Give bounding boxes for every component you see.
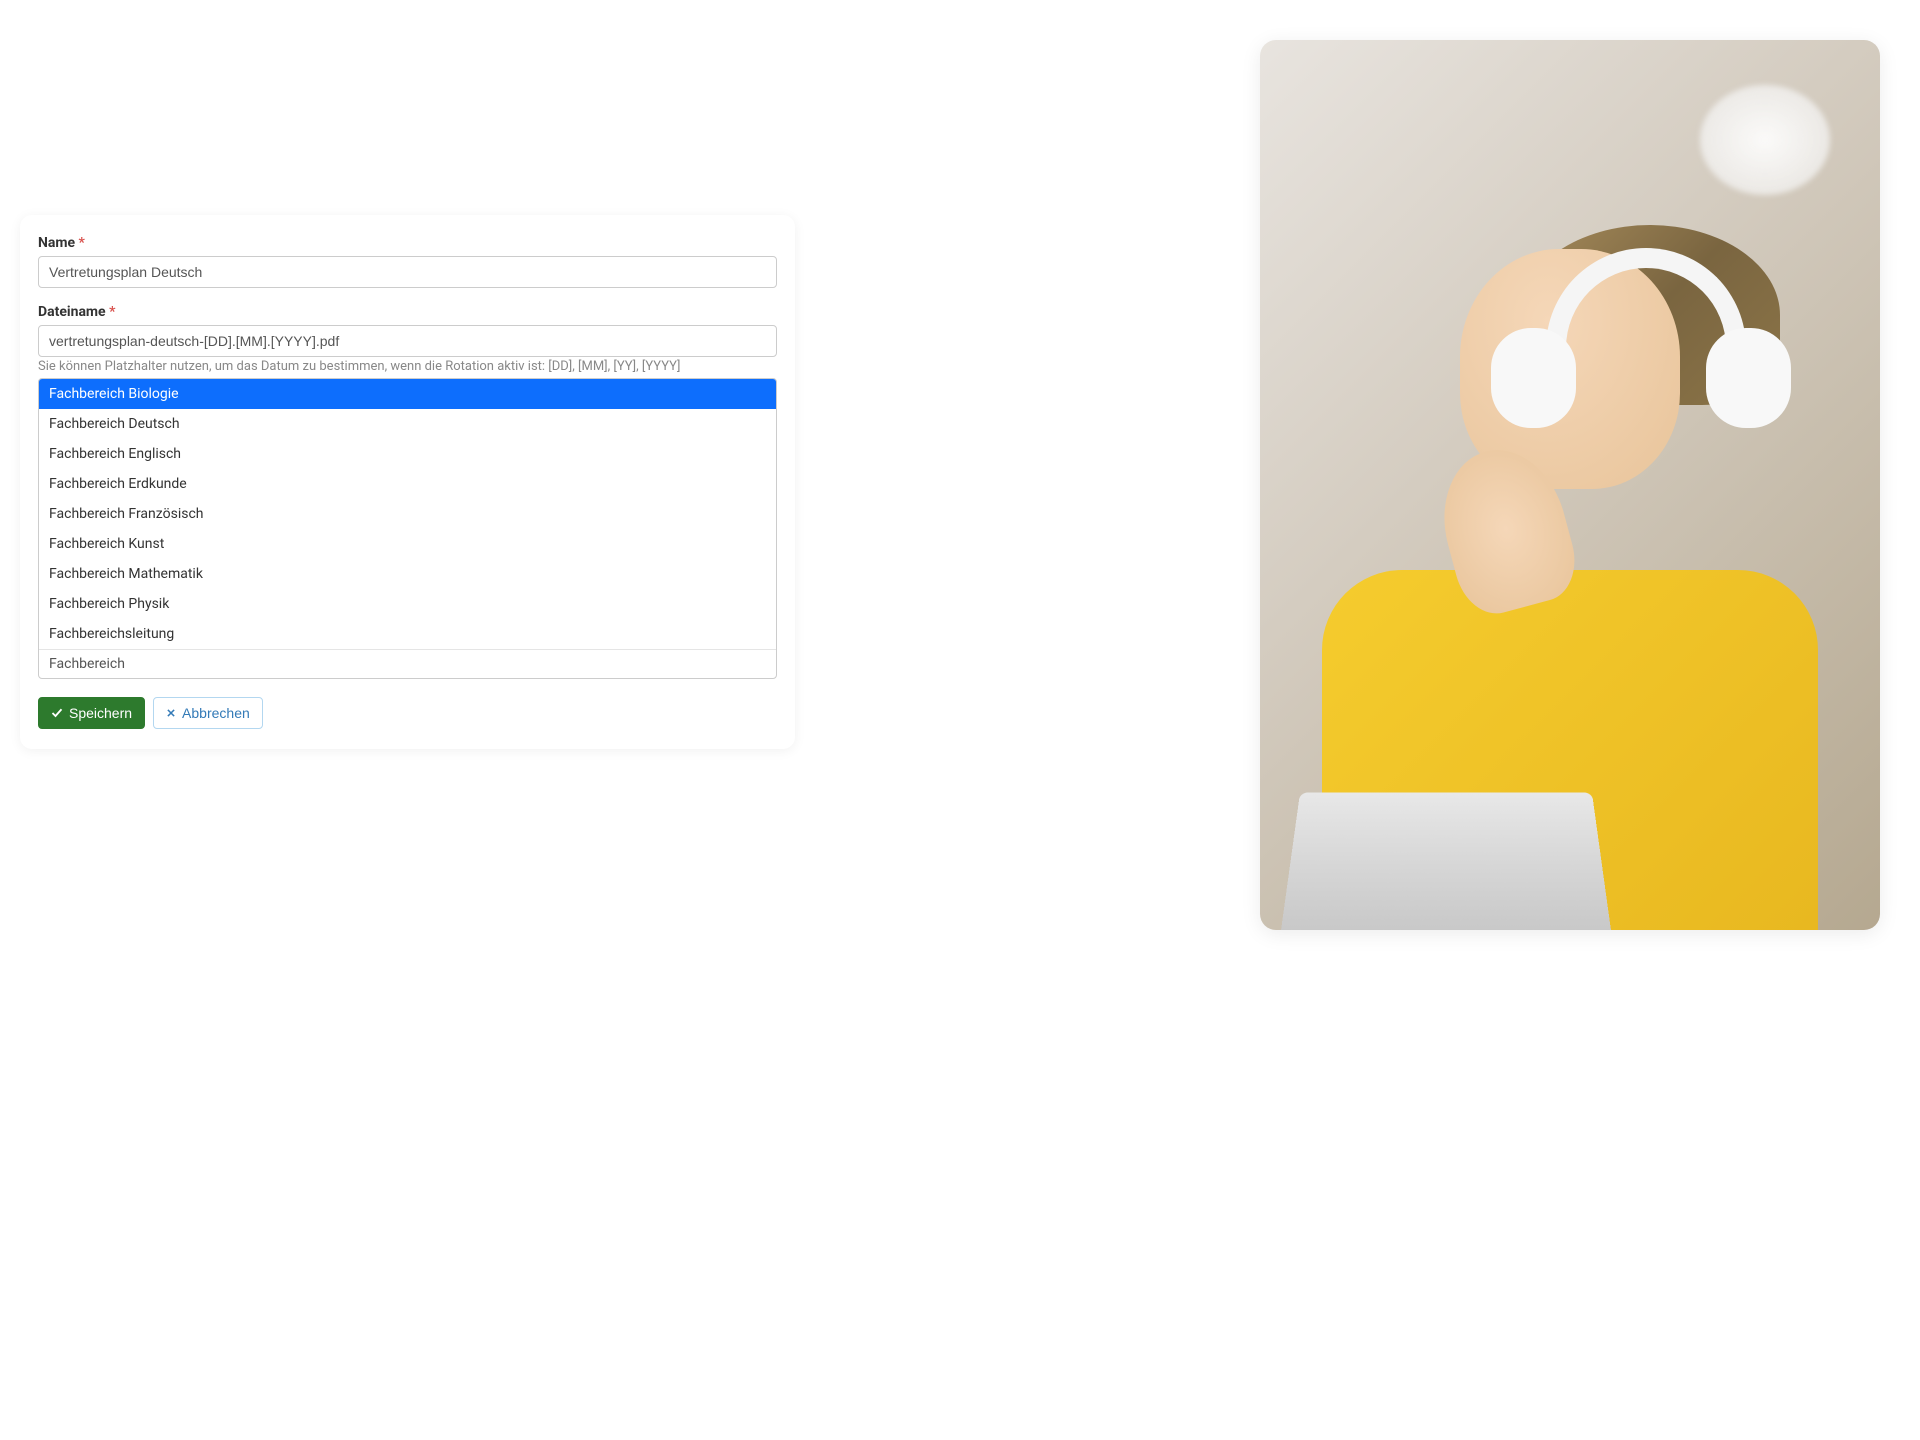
button-row: Speichern Abbrechen (38, 697, 777, 729)
name-input[interactable] (38, 256, 777, 288)
check-icon (51, 707, 63, 719)
save-button-label: Speichern (69, 705, 132, 721)
name-label: Name * (38, 235, 777, 251)
photo-headphones (1496, 273, 1796, 473)
filename-label: Dateiname * (38, 304, 777, 320)
dropdown-item-erdkunde[interactable]: Fachbereich Erdkunde (39, 469, 776, 499)
dropdown-search-input[interactable]: Fachbereich (39, 649, 776, 678)
dropdown-item-englisch[interactable]: Fachbereich Englisch (39, 439, 776, 469)
page-container: Name * Dateiname * Sie können Platzhalte… (0, 0, 1920, 1440)
dropdown-item-deutsch[interactable]: Fachbereich Deutsch (39, 409, 776, 439)
required-asterisk: * (79, 235, 85, 251)
dropdown-item-kunst[interactable]: Fachbereich Kunst (39, 529, 776, 559)
cancel-button-label: Abbrechen (182, 705, 250, 721)
name-label-text: Name (38, 235, 75, 251)
dropdown-item-physik[interactable]: Fachbereich Physik (39, 589, 776, 619)
dropdown-item-leitung[interactable]: Fachbereichsleitung (39, 619, 776, 649)
filename-label-text: Dateiname (38, 304, 106, 320)
dropdown-item-biologie[interactable]: Fachbereich Biologie (39, 379, 776, 409)
required-asterisk: * (109, 304, 115, 320)
filename-helper: Sie können Platzhalter nutzen, um das Da… (38, 359, 777, 374)
form-card: Name * Dateiname * Sie können Platzhalte… (20, 215, 795, 749)
dropdown-list: Fachbereich Biologie Fachbereich Deutsch… (38, 378, 777, 679)
dropdown-item-franzoesisch[interactable]: Fachbereich Französisch (39, 499, 776, 529)
dropdown-item-mathematik[interactable]: Fachbereich Mathematik (39, 559, 776, 589)
photo-laptop (1281, 792, 1612, 930)
hero-photo (1260, 40, 1880, 930)
filename-input[interactable] (38, 325, 777, 357)
photo-person (1260, 129, 1880, 930)
cancel-button[interactable]: Abbrechen (153, 697, 263, 729)
close-icon (166, 708, 176, 718)
save-button[interactable]: Speichern (38, 697, 145, 729)
